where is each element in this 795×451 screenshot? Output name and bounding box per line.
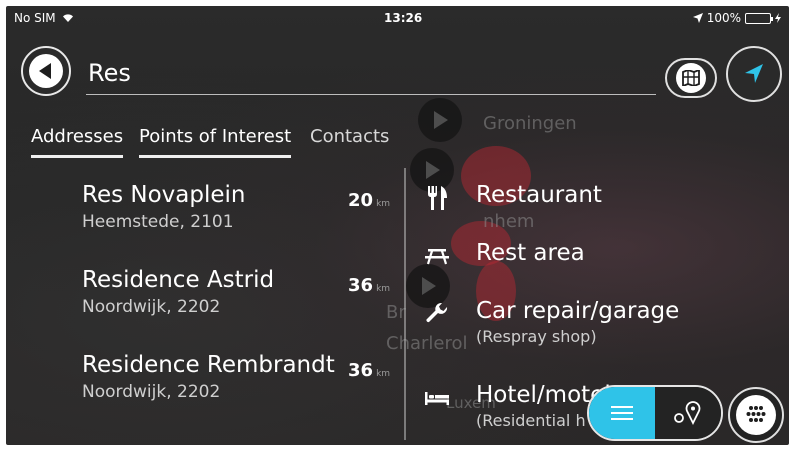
distance-unit: km: [376, 199, 391, 209]
wrench-icon: [426, 302, 448, 323]
battery-percent: 100%: [706, 11, 741, 25]
result-distance: 36 km: [348, 360, 390, 381]
tab-addresses[interactable]: Addresses: [31, 126, 124, 158]
clock: 13:26: [384, 11, 423, 25]
wifi-icon: [63, 14, 74, 22]
distance-value: 20: [348, 190, 374, 211]
distance-unit: km: [376, 284, 391, 294]
tab-points-of-interest[interactable]: Points of Interest: [139, 126, 292, 158]
category-restaurant[interactable]: Restaurant: [420, 182, 602, 212]
picnic-table-icon: [425, 249, 449, 265]
view-toggle: [587, 385, 723, 441]
map-pin-icon: [674, 401, 701, 425]
search-input[interactable]: [86, 51, 656, 95]
category-sublabel: (Respray shop): [476, 327, 597, 346]
map-label: nhem: [483, 211, 535, 232]
category-label: Restaurant: [476, 182, 602, 208]
result-distance: 36 km: [348, 275, 390, 296]
result-place: Noordwijk, 2202: [82, 382, 221, 402]
result-place: Noordwijk, 2202: [82, 297, 221, 317]
distance-unit: km: [376, 369, 391, 379]
navigation-button[interactable]: [726, 46, 782, 102]
back-arrow-icon: [29, 54, 63, 88]
category-hotel[interactable]: Hotel/motel (Residential h: [420, 382, 611, 430]
status-right: 100%: [692, 11, 781, 25]
tab-contacts[interactable]: Contacts: [310, 126, 389, 155]
status-bar: No SIM 13:26 100%: [6, 6, 789, 30]
keyboard-button[interactable]: [728, 387, 784, 443]
column-divider: [404, 168, 406, 440]
map-marker-icon: [418, 98, 462, 142]
carrier-label: No SIM: [14, 11, 74, 25]
map-label: Groningen: [483, 113, 577, 134]
category-car-repair[interactable]: Car repair/garage (Respray shop): [420, 298, 679, 346]
charging-icon: [775, 13, 781, 23]
show-map-button[interactable]: [665, 58, 717, 98]
map-grid-icon: [682, 70, 700, 86]
map-view-button[interactable]: [655, 387, 721, 439]
carrier-text: No SIM: [14, 11, 56, 25]
category-rest-area[interactable]: Rest area: [420, 240, 585, 270]
location-arrow-icon: [692, 13, 703, 23]
list-view-button[interactable]: [589, 387, 655, 439]
battery-icon: [745, 12, 773, 24]
keypad-icon: [746, 406, 766, 422]
app-screen: Groningen nhem Br Charlerol Luxem No SIM…: [6, 6, 789, 445]
result-distance: 20 km: [348, 190, 390, 211]
fork-knife-icon: [428, 186, 447, 210]
back-button[interactable]: [21, 46, 71, 96]
result-place: Heemstede, 2101: [82, 212, 234, 232]
distance-value: 36: [348, 360, 374, 381]
navigation-arrow-icon: [745, 64, 763, 83]
category-label: Rest area: [476, 240, 585, 266]
bed-icon: [425, 392, 449, 405]
category-label: Car repair/garage: [476, 298, 680, 324]
list-icon: [611, 406, 633, 420]
distance-value: 36: [348, 275, 374, 296]
